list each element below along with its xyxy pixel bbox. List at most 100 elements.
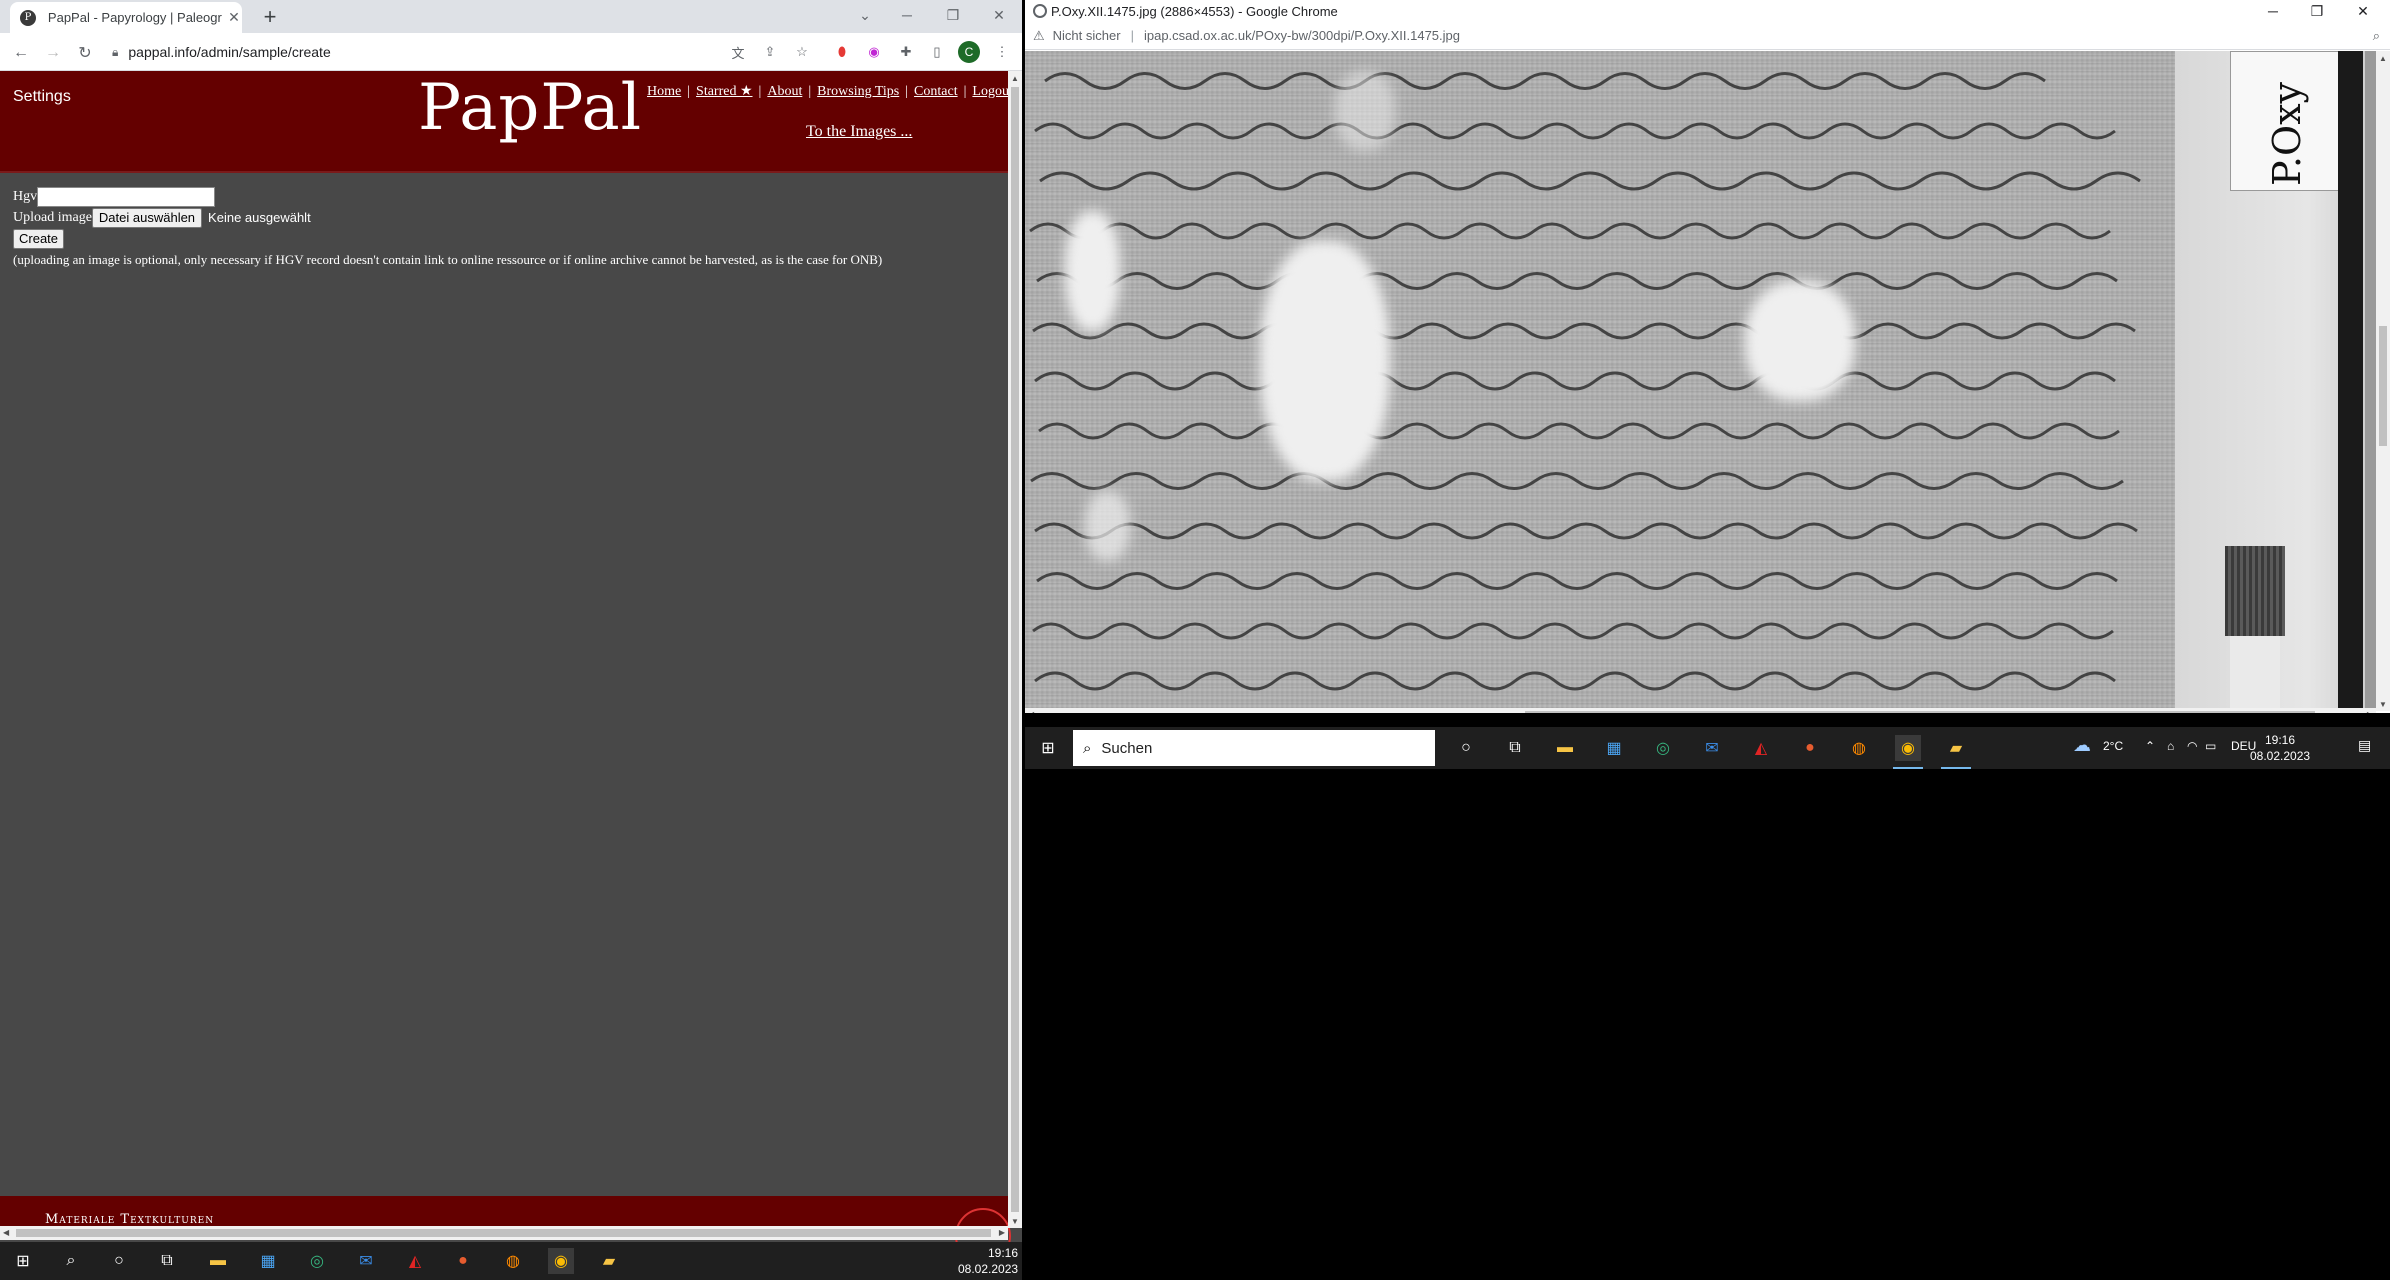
chrome-icon[interactable]: ◉ <box>548 1248 574 1274</box>
scrollbar-thumb[interactable] <box>1011 87 1019 1212</box>
taskbar-right: ⊞ ⌕ Suchen ○ ⧉ ▬ ▦ ◎ ✉ ◭ ● ◍ ◉ ▰ ☁ 2°C ⌃… <box>1025 727 2390 769</box>
create-button[interactable]: Create <box>13 228 65 249</box>
choose-file-button[interactable]: Datei auswählen <box>91 207 203 228</box>
weather-icon[interactable]: ☁ <box>2073 735 2091 756</box>
address-bar[interactable]: ⚠ Nicht sicher | ipap.csad.ox.ac.uk/POxy… <box>1025 22 2390 50</box>
new-tab-icon[interactable]: + <box>258 4 282 30</box>
search-icon[interactable]: ⌕ <box>58 1248 84 1274</box>
windows-start-icon[interactable]: ⊞ <box>10 1248 36 1274</box>
extension-purple-icon[interactable]: ◉ <box>864 42 884 62</box>
scrollbar-thumb[interactable] <box>2379 326 2387 446</box>
scroll-down-icon[interactable]: ▼ <box>1011 1217 1019 1226</box>
file-explorer-icon[interactable]: ▬ <box>205 1248 231 1274</box>
close-button[interactable]: ✕ <box>2343 0 2383 22</box>
address-bar[interactable]: 🔒︎ pappal.info/admin/sample/create <box>112 37 692 67</box>
settings-link[interactable]: Settings <box>13 88 71 106</box>
acrobat-icon[interactable]: ◭ <box>1748 735 1774 761</box>
minimize-button[interactable]: ─ <box>884 0 930 30</box>
bookmark-star-icon[interactable]: ☆ <box>792 42 812 62</box>
scroll-left-icon[interactable]: ◀ <box>1028 710 1034 713</box>
taskbar-clock[interactable]: 19:16 08.02.2023 <box>958 1245 1018 1277</box>
cortana-icon[interactable]: ○ <box>106 1248 132 1274</box>
file-explorer-icon[interactable]: ▬ <box>1552 735 1578 761</box>
tab-pappal[interactable]: P PapPal - Papyrology | Paleograph ✕ <box>10 2 242 33</box>
files-icon[interactable]: ▰ <box>1943 735 1969 761</box>
network-icon[interactable]: ⌂ <box>2167 739 2174 753</box>
task-view-icon[interactable]: ⧉ <box>154 1248 180 1274</box>
scrollbar-thumb[interactable] <box>16 1229 991 1237</box>
scroll-right-icon[interactable]: ▶ <box>999 1228 1005 1237</box>
side-panel-icon[interactable]: ▯ <box>927 42 947 62</box>
cortana-icon[interactable]: ○ <box>1453 735 1479 761</box>
upload-image-label: Upload image <box>13 209 92 225</box>
menu-kebab-icon[interactable]: ⋮ <box>992 42 1012 62</box>
window-titlebar: P.Oxy.XII.1475.jpg (2886×4553) - Google … <box>1025 0 2390 22</box>
edge-icon[interactable]: ◎ <box>1650 735 1676 761</box>
extensions-puzzle-icon[interactable]: ✚ <box>896 42 916 62</box>
scrollbar-thumb[interactable] <box>1525 711 2315 713</box>
acrobat-icon[interactable]: ◭ <box>402 1248 428 1274</box>
nav-logout[interactable]: Logout <box>972 84 1012 99</box>
restore-button[interactable]: ❐ <box>2297 0 2337 22</box>
file-status-text: Keine ausgewählt <box>208 210 311 225</box>
firefox-icon[interactable]: ◍ <box>1846 735 1872 761</box>
scroll-left-icon[interactable]: ◀ <box>3 1228 9 1237</box>
powerpoint-icon[interactable]: ● <box>450 1248 476 1274</box>
minimize-button[interactable]: ─ <box>2253 0 2293 22</box>
notification-icon[interactable]: ▤ <box>2358 737 2371 754</box>
footer-brand[interactable]: Materiale Textkulturen <box>45 1212 214 1227</box>
nav-browsing-tips[interactable]: Browsing Tips <box>817 84 899 99</box>
to-images-link[interactable]: To the Images ... <box>806 123 912 141</box>
image-viewer[interactable]: P.Oxy <box>1025 51 2376 711</box>
edge-icon[interactable]: ◎ <box>304 1248 330 1274</box>
chrome-icon[interactable]: ◉ <box>1895 735 1921 761</box>
taskbar-clock[interactable]: 19:16 08.02.2023 <box>2250 732 2310 764</box>
task-view-icon[interactable]: ⧉ <box>1502 735 1528 761</box>
upload-hint-text: (uploading an image is optional, only ne… <box>13 252 883 267</box>
scroll-up-icon[interactable]: ▲ <box>2379 54 2387 63</box>
back-arrow-icon[interactable]: ← <box>10 42 32 64</box>
firefox-icon[interactable]: ◍ <box>500 1248 526 1274</box>
extension-red-icon[interactable]: ⬮ <box>832 42 852 62</box>
horizontal-scrollbar[interactable]: ◀ ▶ <box>0 1226 1008 1240</box>
hgv-input[interactable] <box>37 186 216 207</box>
taskbar-search-box[interactable]: ⌕ Suchen <box>1073 730 1435 766</box>
mail-icon[interactable]: ✉ <box>353 1248 379 1274</box>
nav-contact[interactable]: Contact <box>914 84 958 99</box>
warning-icon: ⚠ <box>1033 27 1045 43</box>
scroll-down-icon[interactable]: ▼ <box>2379 700 2387 709</box>
profile-avatar[interactable]: C <box>958 41 980 63</box>
site-logo[interactable]: PapPal <box>418 71 642 145</box>
share-icon[interactable]: ⇪ <box>760 42 780 62</box>
scroll-right-icon[interactable]: ▶ <box>2367 710 2373 713</box>
reload-icon[interactable]: ↻ <box>74 42 96 64</box>
zoom-icon[interactable]: ⌕ <box>2373 28 2380 44</box>
chevron-down-icon[interactable]: ⌄ <box>842 0 888 30</box>
powerpoint-icon[interactable]: ● <box>1797 735 1823 761</box>
weather-temp[interactable]: 2°C <box>2103 739 2123 753</box>
clock-time: 19:16 <box>987 1246 1018 1260</box>
wifi-icon[interactable]: ◠ <box>2187 739 2197 753</box>
tab-close-icon[interactable]: ✕ <box>226 9 242 26</box>
horizontal-scrollbar[interactable]: ◀ ▶ <box>1025 708 2376 713</box>
nav-starred[interactable]: Starred ★ <box>696 84 752 99</box>
chevron-up-icon[interactable]: ⌃ <box>2145 739 2155 753</box>
battery-icon[interactable]: ▭ <box>2205 739 2216 753</box>
restore-button[interactable]: ❐ <box>930 0 976 30</box>
nav-about[interactable]: About <box>767 84 802 99</box>
vertical-scrollbar[interactable]: ▲ ▼ <box>1008 71 1022 1228</box>
windows-start-icon[interactable]: ⊞ <box>1035 735 1061 761</box>
close-button[interactable]: ✕ <box>976 0 1022 30</box>
clock-time: 19:16 <box>2264 733 2296 747</box>
scroll-up-icon[interactable]: ▲ <box>1011 74 1019 83</box>
translate-icon[interactable]: 文 <box>728 42 748 62</box>
mail-icon[interactable]: ✉ <box>1699 735 1725 761</box>
papyrus-hole <box>1085 491 1130 561</box>
vertical-scrollbar[interactable]: ▲ ▼ <box>2376 51 2390 711</box>
desktop: P PapPal - Papyrology | Paleograph ✕ + ⌄… <box>0 0 2390 1280</box>
forward-arrow-icon[interactable]: → <box>42 42 64 64</box>
store-icon[interactable]: ▦ <box>1601 735 1627 761</box>
files-icon[interactable]: ▰ <box>596 1248 622 1274</box>
nav-home[interactable]: Home <box>647 84 681 99</box>
store-icon[interactable]: ▦ <box>255 1248 281 1274</box>
